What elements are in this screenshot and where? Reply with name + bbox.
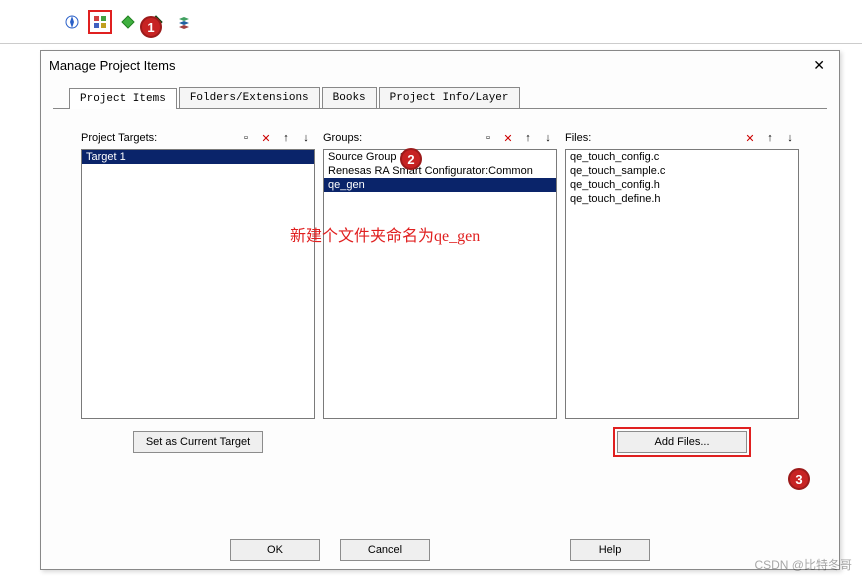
movedown-target-icon[interactable]: ↓ <box>297 129 315 147</box>
cancel-button[interactable]: Cancel <box>340 539 430 561</box>
targets-listbox[interactable]: Target 1 <box>81 149 315 419</box>
ok-button[interactable]: OK <box>230 539 320 561</box>
movedown-file-icon[interactable]: ↓ <box>781 129 799 147</box>
delete-target-icon[interactable]: ✕ <box>257 129 275 147</box>
list-item[interactable]: qe_touch_define.h <box>566 192 798 206</box>
annotation-badge-2: 2 <box>400 148 422 170</box>
blocks-icon[interactable] <box>88 10 112 34</box>
dialog-titlebar: Manage Project Items ✕ <box>41 51 839 79</box>
list-item[interactable]: qe_gen <box>324 178 556 192</box>
compass-icon[interactable] <box>60 10 84 34</box>
list-item[interactable]: Source Group 1 <box>324 150 556 164</box>
delete-group-icon[interactable]: ✕ <box>499 129 517 147</box>
tabs-row: Project Items Folders/Extensions Books P… <box>53 79 827 109</box>
list-item[interactable]: qe_touch_config.c <box>566 150 798 164</box>
tab-books[interactable]: Books <box>322 87 377 108</box>
tab-project-items[interactable]: Project Items <box>69 88 177 109</box>
main-toolbar <box>0 0 862 44</box>
files-panel: Files: ✕ ↑ ↓ qe_touch_config.c qe_touch_… <box>565 129 799 453</box>
new-group-icon[interactable]: ▫ <box>479 129 497 147</box>
moveup-target-icon[interactable]: ↑ <box>277 129 295 147</box>
dialog-buttons: OK Cancel Help <box>41 531 839 561</box>
delete-file-icon[interactable]: ✕ <box>741 129 759 147</box>
list-item[interactable]: Renesas RA Smart Configurator:Common <box>324 164 556 178</box>
tab-folders-extensions[interactable]: Folders/Extensions <box>179 87 320 108</box>
groups-listbox[interactable]: Source Group 1 Renesas RA Smart Configur… <box>323 149 557 419</box>
diamond-icon[interactable] <box>116 10 140 34</box>
moveup-group-icon[interactable]: ↑ <box>519 129 537 147</box>
dialog-title: Manage Project Items <box>49 58 807 73</box>
stack-icon[interactable] <box>172 10 196 34</box>
watermark: CSDN @比特冬哥 <box>754 556 852 573</box>
close-icon[interactable]: ✕ <box>807 57 831 74</box>
files-listbox[interactable]: qe_touch_config.c qe_touch_sample.c qe_t… <box>565 149 799 419</box>
annotation-badge-3: 3 <box>788 468 810 490</box>
movedown-group-icon[interactable]: ↓ <box>539 129 557 147</box>
targets-panel: Project Targets: ▫ ✕ ↑ ↓ Target 1 Set as… <box>81 129 315 453</box>
moveup-file-icon[interactable]: ↑ <box>761 129 779 147</box>
help-button[interactable]: Help <box>570 539 650 561</box>
targets-label: Project Targets: <box>81 132 235 144</box>
manage-project-items-dialog: Manage Project Items ✕ Project Items Fol… <box>40 50 840 570</box>
tab-project-info[interactable]: Project Info/Layer <box>379 87 520 108</box>
add-files-button[interactable]: Add Files... <box>617 431 747 453</box>
annotation-text: 新建个文件夹命名为qe_gen <box>290 222 480 246</box>
groups-panel: Groups: ▫ ✕ ↑ ↓ Source Group 1 Renesas R… <box>323 129 557 453</box>
list-item[interactable]: qe_touch_sample.c <box>566 164 798 178</box>
new-target-icon[interactable]: ▫ <box>237 129 255 147</box>
list-item[interactable]: qe_touch_config.h <box>566 178 798 192</box>
files-label: Files: <box>565 132 739 144</box>
list-item[interactable]: Target 1 <box>82 150 314 164</box>
set-current-target-button[interactable]: Set as Current Target <box>133 431 263 453</box>
groups-label: Groups: <box>323 132 477 144</box>
annotation-badge-1: 1 <box>140 16 162 38</box>
